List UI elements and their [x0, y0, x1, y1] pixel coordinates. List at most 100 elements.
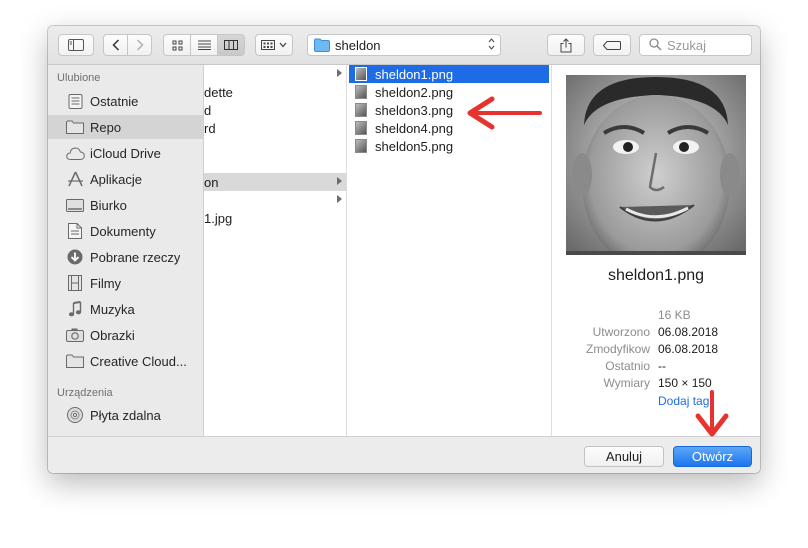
sidebar-item-label: Muzyka	[90, 301, 135, 317]
disclosure-arrow-icon	[337, 69, 342, 77]
cloud-icon	[65, 145, 85, 161]
recents-icon	[65, 93, 85, 109]
annotation-arrow-left-icon	[467, 96, 542, 130]
sidebar-item-label: Biurko	[90, 197, 127, 213]
list-item[interactable]	[204, 191, 346, 209]
group-by-button[interactable]	[255, 34, 293, 56]
meta-created: 06.08.2018	[658, 325, 719, 339]
list-item[interactable]: rd	[204, 119, 346, 137]
sidebar-item-pictures[interactable]: Obrazki	[48, 323, 203, 347]
dialog-footer: Anuluj Otwórz	[48, 436, 760, 473]
sidebar-item-label: Repo	[90, 119, 122, 135]
back-button[interactable]	[103, 34, 128, 56]
open-file-dialog: sheldon Szukaj Ulubione Ostatnie Repo iC…	[48, 26, 760, 473]
image-file-icon	[355, 85, 367, 99]
folder-icon	[65, 119, 85, 135]
meta-modified: 06.08.2018	[658, 342, 719, 356]
documents-icon	[65, 223, 85, 239]
updown-chevron-icon	[488, 37, 495, 52]
devices-header: Urządzenia	[57, 387, 113, 399]
cancel-button[interactable]: Anuluj	[584, 446, 664, 467]
list-item-sheldon-folder[interactable]: on	[204, 173, 346, 191]
sidebar-item-documents[interactable]: Dokumenty	[48, 219, 203, 243]
sidebar-item-repo[interactable]: Repo	[48, 115, 203, 139]
file-name: sheldon4.png	[375, 120, 454, 136]
sidebar-item-label: Filmy	[90, 275, 122, 291]
sidebar-item-label: Dokumenty	[90, 223, 156, 239]
sidebar-item-downloads[interactable]: Pobrane rzeczy	[48, 245, 203, 269]
file-name: sheldon3.png	[375, 102, 454, 118]
meta-dimensions: 150 × 150	[658, 376, 712, 390]
location-popup[interactable]: sheldon	[307, 34, 501, 56]
search-icon	[649, 38, 662, 51]
sidebar-item-label: Ostatnie	[90, 93, 139, 109]
file-row-sheldon5[interactable]: sheldon5.png	[349, 137, 549, 155]
sidebar-item-label: Płyta zdalna	[90, 407, 161, 423]
sidebar-item-applications[interactable]: Aplikacje	[48, 167, 203, 191]
sidebar-toggle-button[interactable]	[58, 34, 94, 56]
forward-button[interactable]	[127, 34, 152, 56]
file-name: sheldon1.png	[375, 66, 454, 82]
sidebar-item-creative-cloud[interactable]: Creative Cloud...	[48, 349, 203, 373]
tags-button[interactable]	[593, 34, 631, 56]
group-grid-icon	[261, 40, 275, 50]
icon-view-button[interactable]	[163, 34, 191, 56]
grid-icon	[172, 40, 182, 50]
toolbar: sheldon Szukaj	[48, 26, 760, 65]
sidebar-item-label: Obrazki	[90, 327, 135, 343]
chevron-left-icon	[111, 39, 119, 51]
disclosure-arrow-icon	[337, 177, 342, 185]
list-item[interactable]: 1.jpg	[204, 209, 346, 227]
downloads-icon	[65, 249, 85, 265]
meta-created-label: Utworzono	[592, 325, 650, 339]
list-item[interactable]: d	[204, 101, 346, 119]
disc-icon	[65, 407, 85, 423]
column-view-button[interactable]	[217, 34, 245, 56]
image-file-icon	[355, 67, 367, 81]
share-icon	[560, 37, 572, 52]
meta-modified-label: Zmodyfikow	[585, 342, 650, 356]
applications-icon	[65, 171, 85, 187]
sidebar-item-music[interactable]: Muzyka	[48, 297, 203, 321]
sidebar-item-label: Creative Cloud...	[90, 353, 187, 369]
meta-size: 16 KB	[658, 308, 691, 322]
sidebar-item-remote-disc[interactable]: Płyta zdalna	[48, 403, 203, 427]
sidebar-item-recents[interactable]: Ostatnie	[48, 89, 203, 113]
chevron-down-icon	[279, 42, 287, 48]
pictures-icon	[65, 327, 85, 343]
open-button[interactable]: Otwórz	[673, 446, 752, 467]
meta-last-opened-label: Ostatnio	[605, 359, 650, 373]
search-field[interactable]: Szukaj	[639, 34, 752, 56]
share-button[interactable]	[547, 34, 585, 56]
search-placeholder: Szukaj	[667, 38, 707, 53]
meta-last-opened: --	[658, 359, 666, 373]
sidebar-item-movies[interactable]: Filmy	[48, 271, 203, 295]
sidebar-icon	[68, 39, 84, 51]
sidebar-item-label: iCloud Drive	[90, 145, 161, 161]
sidebar-item-label: Aplikacje	[90, 171, 143, 187]
sidebar-item-desktop[interactable]: Biurko	[48, 193, 203, 217]
image-file-icon	[355, 121, 367, 135]
preview-image	[566, 75, 746, 255]
file-row-sheldon1[interactable]: sheldon1.png	[349, 65, 549, 83]
folder-icon	[65, 353, 85, 369]
file-name: sheldon5.png	[375, 138, 454, 154]
tag-icon	[603, 40, 621, 50]
list-view-button[interactable]	[190, 34, 218, 56]
sidebar-item-label: Pobrane rzeczy	[90, 249, 181, 265]
sidebar-item-icloud-drive[interactable]: iCloud Drive	[48, 141, 203, 165]
folder-icon	[314, 38, 330, 52]
list-item[interactable]: dette	[204, 83, 346, 101]
image-file-icon	[355, 103, 367, 117]
list-item[interactable]	[204, 65, 346, 83]
annotation-arrow-down-icon	[695, 390, 729, 437]
desktop-icon	[65, 197, 85, 213]
meta-dimensions-label: Wymiary	[603, 376, 650, 390]
columns-icon	[224, 40, 238, 50]
movies-icon	[65, 275, 85, 291]
file-name: sheldon2.png	[375, 84, 454, 100]
parent-column: dette d rd on 1.jpg	[204, 65, 347, 436]
image-file-icon	[355, 139, 367, 153]
location-label: sheldon	[335, 38, 381, 53]
favorites-header: Ulubione	[57, 72, 101, 84]
